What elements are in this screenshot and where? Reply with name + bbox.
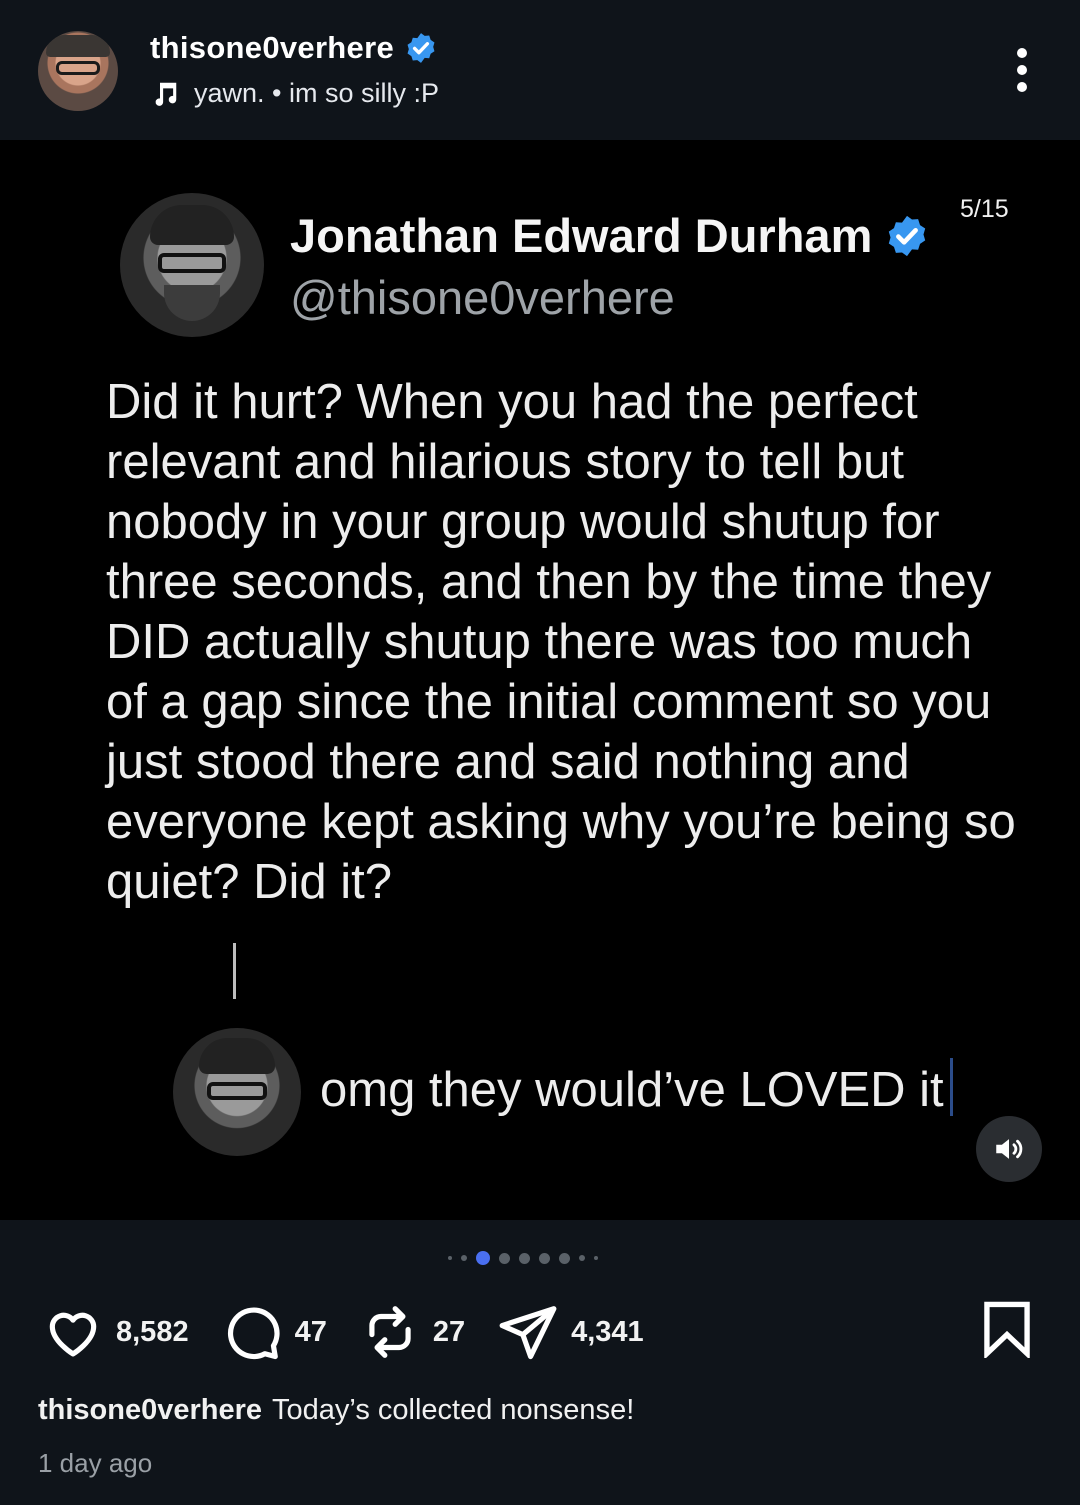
action-bar: 8,582 47 27 4,341 <box>42 1300 676 1364</box>
tweet-avatar-glasses <box>158 253 226 273</box>
carousel-dot <box>559 1252 570 1264</box>
carousel-indicator <box>448 1251 598 1265</box>
share-action[interactable]: 4,341 <box>497 1301 644 1363</box>
author-avatar[interactable] <box>38 31 118 111</box>
page-counter: 5/15 <box>960 195 1009 223</box>
reply-avatar-glasses <box>207 1082 267 1100</box>
post-timestamp: 1 day ago <box>38 1448 153 1478</box>
comment-bubble-icon[interactable] <box>221 1301 283 1363</box>
post-media[interactable]: 5/15 Jonathan Edward Durham @thisone0ver… <box>0 140 1080 1220</box>
verified-badge-icon <box>407 33 435 63</box>
comment-action[interactable]: 47 <box>221 1301 327 1363</box>
music-text: yawn. • im so silly :P <box>194 78 440 108</box>
tweet-text: Did it hurt? When you had the perfect re… <box>106 375 1016 909</box>
carousel-dot <box>499 1252 510 1264</box>
reply-text-row: omg they would’ve LOVED it <box>320 1058 953 1118</box>
author-username[interactable]: thisone0verhere <box>150 30 394 66</box>
more-dot <box>1017 65 1027 75</box>
repost-action[interactable]: 27 <box>359 1301 465 1363</box>
carousel-dot <box>579 1255 585 1261</box>
verified-badge-icon <box>889 215 926 256</box>
tweet-avatar-hair <box>150 205 234 245</box>
carousel-dot-active <box>476 1251 490 1265</box>
caption-text: Today’s collected nonsense! <box>272 1394 635 1426</box>
author-username-row[interactable]: thisone0verhere <box>150 30 438 66</box>
like-count: 8,582 <box>116 1315 189 1348</box>
sound-toggle-button[interactable] <box>976 1116 1042 1182</box>
text-cursor <box>949 1058 953 1116</box>
more-dot <box>1017 82 1027 92</box>
more-vertical-icon <box>1017 48 1027 58</box>
repost-count: 27 <box>432 1315 466 1348</box>
carousel-dot <box>448 1256 452 1260</box>
thread-line <box>233 943 236 999</box>
post-caption: thisone0verhere Today’s collected nonsens… <box>38 1394 634 1427</box>
tweet-avatar <box>120 193 264 337</box>
avatar-cap <box>46 35 110 57</box>
music-info[interactable]: yawn. • im so silly :P <box>150 78 439 109</box>
tweet-avatar-beard <box>164 285 220 321</box>
tweet-display-name-row: Jonathan Edward Durham <box>290 208 930 263</box>
carousel-dot <box>539 1252 550 1264</box>
carousel-dot <box>594 1256 598 1260</box>
more-options-button[interactable] <box>1000 48 1044 96</box>
repost-icon[interactable] <box>359 1301 421 1363</box>
like-action[interactable]: 8,582 <box>42 1301 189 1363</box>
bookmark-icon[interactable] <box>980 1300 1034 1358</box>
reply-avatar <box>173 1028 301 1156</box>
speaker-volume-icon <box>996 1139 1023 1159</box>
carousel-dot <box>519 1252 530 1264</box>
music-note-icon <box>155 82 177 106</box>
post-header: thisone0verhere yawn. • im so silly :P <box>0 0 1080 140</box>
reply-text: omg they would’ve LOVED it <box>320 1063 944 1117</box>
tweet-handle: @thisone0verhere <box>290 271 675 324</box>
send-paper-plane-icon[interactable] <box>497 1301 559 1363</box>
comment-count: 47 <box>294 1315 327 1348</box>
tweet-display-name: Jonathan Edward Durham <box>290 209 873 262</box>
carousel-dot <box>461 1255 467 1261</box>
share-count: 4,341 <box>571 1315 644 1348</box>
reply-avatar-hair <box>199 1038 275 1074</box>
caption-username[interactable]: thisone0verhere <box>38 1394 262 1426</box>
avatar-glasses <box>56 61 100 75</box>
heart-icon[interactable] <box>42 1301 104 1363</box>
